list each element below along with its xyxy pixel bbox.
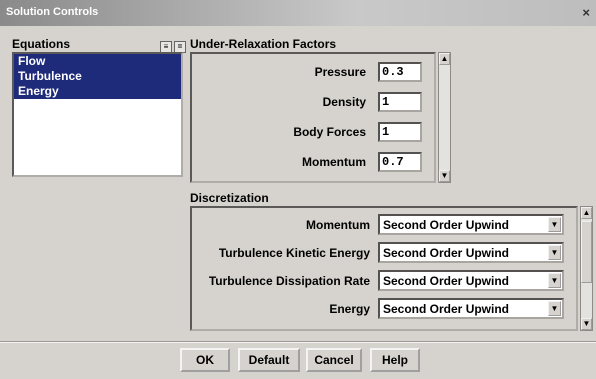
body-forces-field[interactable]: 1 xyxy=(378,122,422,142)
dropdown-arrow-icon[interactable]: ▼ xyxy=(548,301,561,316)
disc-energy-value: Second Order Upwind xyxy=(383,302,510,316)
dropdown-arrow-icon[interactable]: ▼ xyxy=(548,217,561,232)
disc-tke-value: Second Order Upwind xyxy=(383,246,510,260)
default-button[interactable]: Default xyxy=(238,348,300,372)
cancel-button[interactable]: Cancel xyxy=(306,348,362,372)
equations-select-buttons: ≡ = xyxy=(158,38,186,53)
body-forces-label: Body Forces xyxy=(293,125,366,139)
dropdown-arrow-icon[interactable]: ▼ xyxy=(548,245,561,260)
dropdown-arrow-icon[interactable]: ▼ xyxy=(548,273,561,288)
ur-row-body-forces: Body Forces 1 xyxy=(192,120,428,144)
discretization-panel: Momentum Second Order Upwind ▼ Turbulenc… xyxy=(190,206,578,331)
discretization-label: Discretization xyxy=(190,191,269,205)
scroll-down-icon[interactable]: ▼ xyxy=(439,170,450,182)
close-icon[interactable]: × xyxy=(582,5,590,20)
disc-row-energy: Energy Second Order Upwind ▼ xyxy=(192,296,572,322)
equations-label: Equations xyxy=(12,37,71,51)
discretization-scrollbar[interactable]: ▲ ▼ xyxy=(580,206,593,331)
under-relaxation-label: Under-Relaxation Factors xyxy=(190,37,337,51)
scroll-up-icon[interactable]: ▲ xyxy=(439,53,450,65)
disc-momentum-label: Momentum xyxy=(306,218,370,232)
disc-momentum-select[interactable]: Second Order Upwind ▼ xyxy=(378,214,564,235)
pressure-label: Pressure xyxy=(314,65,366,79)
solution-controls-window: Solution Controls × Equations ≡ = Flow Tu… xyxy=(0,0,596,379)
disc-energy-select[interactable]: Second Order Upwind ▼ xyxy=(378,298,564,319)
density-label: Density xyxy=(322,95,366,109)
ur-row-density: Density 1 xyxy=(192,90,428,114)
disc-tke-label: Turbulence Kinetic Energy xyxy=(218,246,370,260)
pressure-field[interactable]: 0.3 xyxy=(378,62,422,82)
disc-tdr-select[interactable]: Second Order Upwind ▼ xyxy=(378,270,564,291)
disc-tke-select[interactable]: Second Order Upwind ▼ xyxy=(378,242,564,263)
separator xyxy=(0,341,596,343)
under-relaxation-scrollbar[interactable]: ▲ ▼ xyxy=(438,52,451,183)
disc-row-momentum: Momentum Second Order Upwind ▼ xyxy=(192,212,572,238)
ur-momentum-field[interactable]: 0.7 xyxy=(378,152,422,172)
disc-momentum-value: Second Order Upwind xyxy=(383,218,510,232)
scroll-thumb[interactable] xyxy=(581,221,592,283)
disc-tdr-label: Turbulence Dissipation Rate xyxy=(208,274,370,288)
ur-row-momentum: Momentum 0.7 xyxy=(192,150,428,174)
scroll-down-icon[interactable]: ▼ xyxy=(581,318,592,330)
disc-tdr-value: Second Order Upwind xyxy=(383,274,510,288)
ur-momentum-label: Momentum xyxy=(302,155,366,169)
title-bar[interactable]: Solution Controls × xyxy=(0,0,596,26)
density-field[interactable]: 1 xyxy=(378,92,422,112)
ok-button[interactable]: OK xyxy=(180,348,230,372)
list-item-turbulence[interactable]: Turbulence xyxy=(14,69,181,84)
under-relaxation-panel: Pressure 0.3 Density 1 Body Forces 1 Mom… xyxy=(190,52,436,183)
disc-row-tke: Turbulence Kinetic Energy Second Order U… xyxy=(192,240,572,266)
list-item-energy[interactable]: Energy xyxy=(14,84,181,99)
window-title: Solution Controls xyxy=(6,6,99,18)
equations-list[interactable]: Flow Turbulence Energy xyxy=(12,52,183,177)
list-item-flow[interactable]: Flow xyxy=(14,54,181,69)
disc-energy-label: Energy xyxy=(329,302,370,316)
disc-row-tdr: Turbulence Dissipation Rate Second Order… xyxy=(192,268,572,294)
ur-row-pressure: Pressure 0.3 xyxy=(192,60,428,84)
help-button[interactable]: Help xyxy=(370,348,420,372)
scroll-up-icon[interactable]: ▲ xyxy=(581,207,592,219)
